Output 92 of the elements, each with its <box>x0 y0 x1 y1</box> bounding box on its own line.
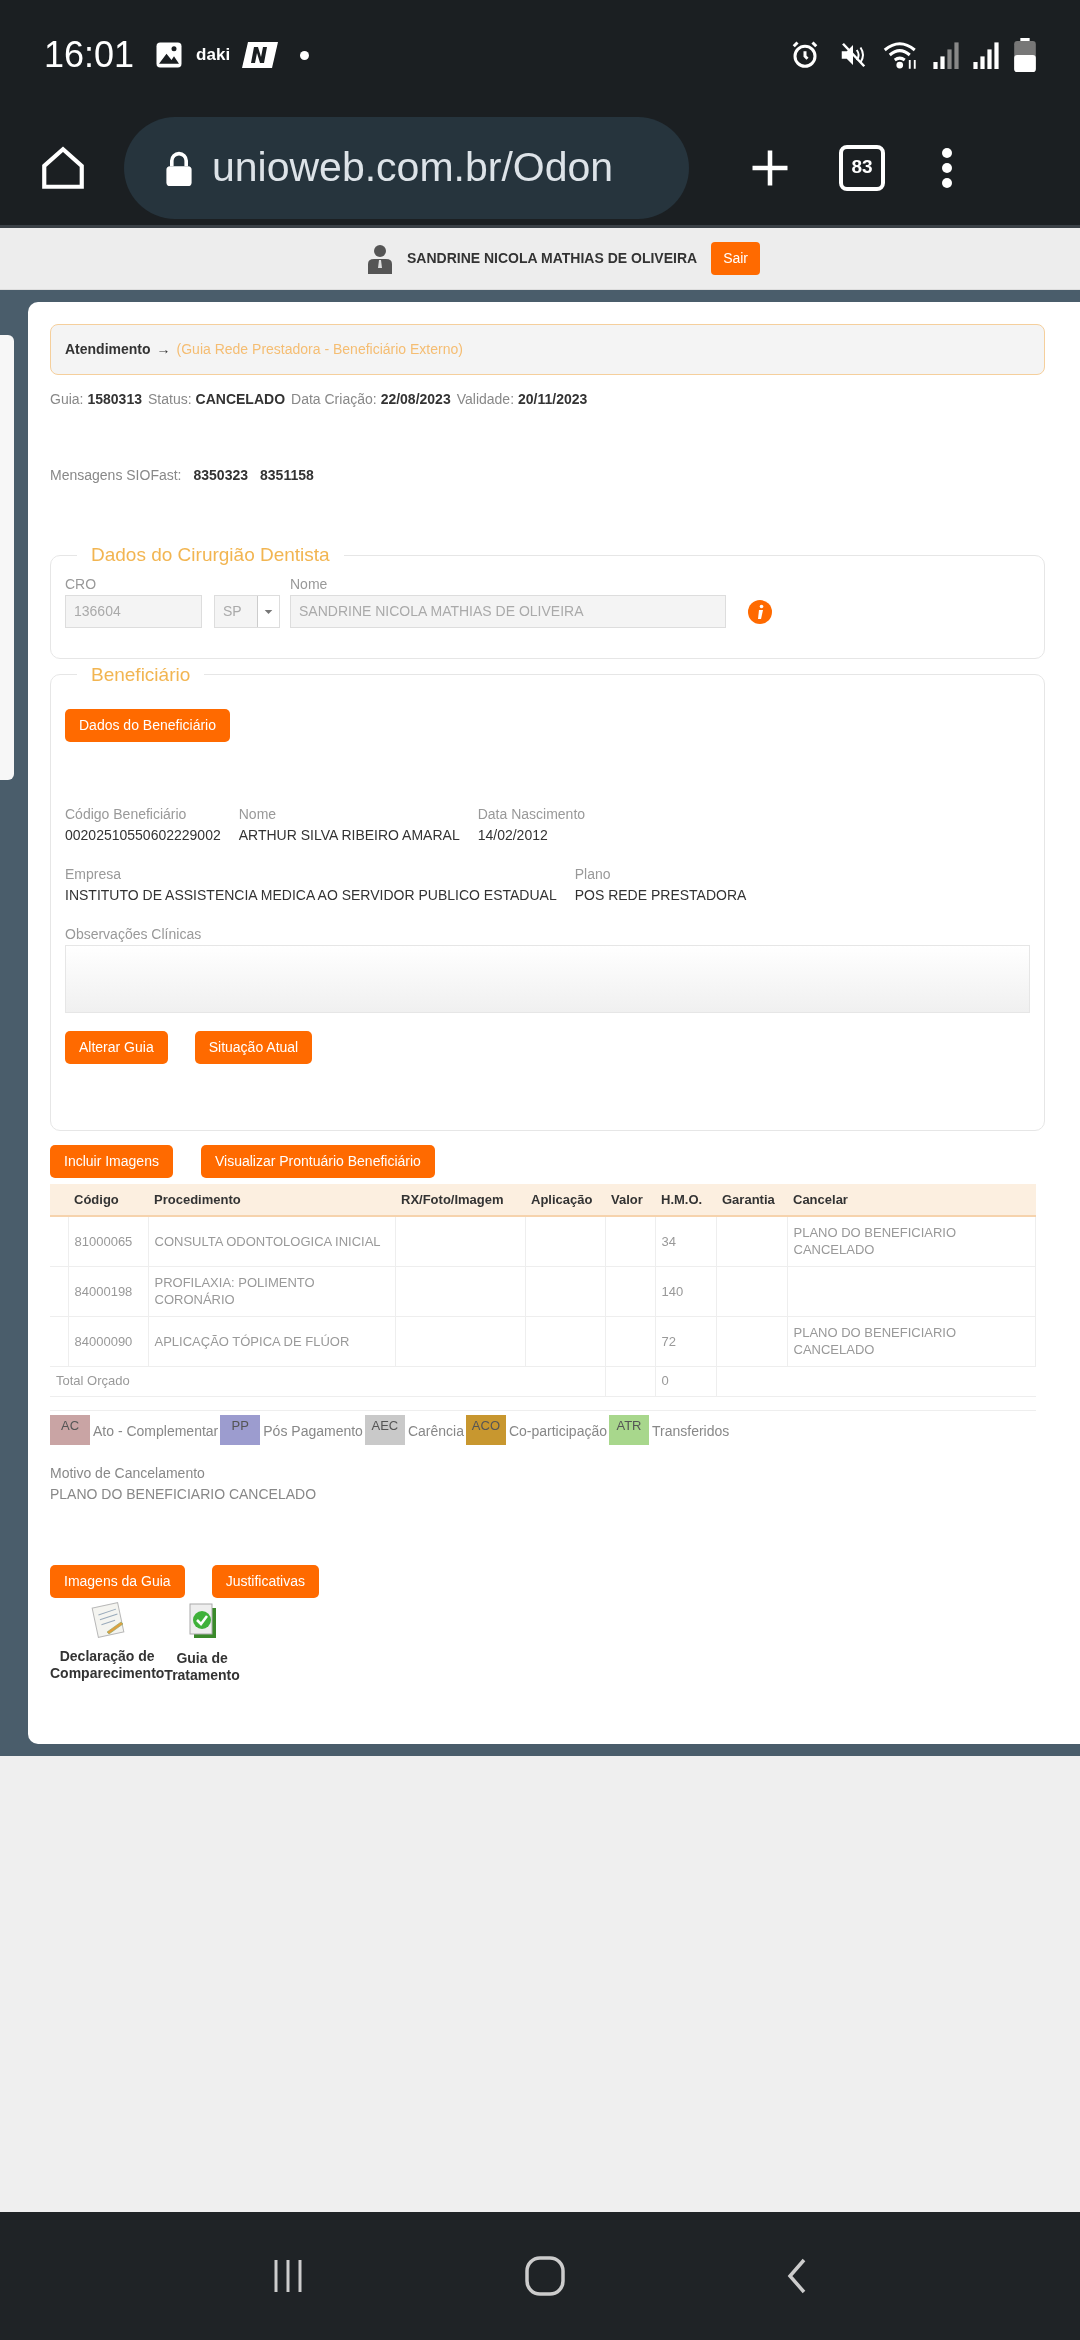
table-cell: 72 <box>661 1333 676 1349</box>
field-label: CRO <box>65 574 98 594</box>
legend-label: Co-participação <box>508 1421 607 1441</box>
signal-icon <box>972 40 1000 70</box>
table-cell: CONSULTA ODONTOLOGICA INICIAL <box>154 1233 381 1249</box>
field-label: Nome <box>238 805 278 824</box>
breadcrumb-arrow: → <box>156 340 171 359</box>
field-value: ARTHUR SILVA RIBEIRO AMARAL <box>238 826 460 845</box>
column-header: H.M.O. <box>655 1184 716 1216</box>
field-label: Nome <box>290 574 329 594</box>
info-label: Guia: <box>50 390 84 409</box>
legend-label: Carência <box>407 1421 464 1441</box>
user-name: SANDRINE NICOLA MATHIAS DE OLIVEIRA <box>407 249 698 268</box>
legend-swatch: AEC <box>364 1414 405 1445</box>
info-label: Validade: <box>456 390 515 409</box>
action-button[interactable]: Justificativas <box>211 1564 319 1598</box>
field-value: POS REDE PRESTADORA <box>574 886 747 905</box>
legend-label: Pós Pagamento <box>263 1421 363 1441</box>
message-number: 8351158 <box>260 466 314 485</box>
table-cell: 84000198 <box>74 1283 133 1299</box>
home-button-icon[interactable] <box>523 2254 567 2298</box>
field-label: Plano <box>574 865 612 884</box>
field-label: Código Beneficiário <box>65 805 188 824</box>
section-title: Dados do Cirurgião Dentista <box>90 543 331 567</box>
notes-field[interactable] <box>65 945 1030 1013</box>
table-cell: PROFILAXIA: POLIMENTO CORONÁRIO <box>154 1275 315 1307</box>
action-button[interactable]: Imagens da Guia <box>50 1564 185 1598</box>
cancellation-label: Motivo de Cancelamento <box>50 1463 206 1483</box>
column-header: Garantia <box>716 1184 787 1216</box>
table-cell: 140 <box>661 1283 684 1299</box>
status-time: 16:01 <box>44 33 135 77</box>
info-icon[interactable] <box>748 599 772 624</box>
field-value: 14/02/2012 <box>477 826 549 845</box>
info-value: 1580313 <box>87 390 142 409</box>
document-link[interactable]: Guia de Tratamento <box>164 1649 240 1684</box>
action-button[interactable]: Situação Atual <box>194 1031 313 1064</box>
table-cell: 81000065 <box>74 1233 133 1249</box>
user-icon <box>367 243 393 274</box>
section-title: Beneficiário <box>90 662 192 687</box>
info-value: CANCELADO <box>195 390 286 409</box>
alarm-icon <box>790 40 820 70</box>
app-label: daki <box>196 44 231 67</box>
column-header: Aplicação <box>525 1184 605 1216</box>
app-logo-icon <box>242 42 279 68</box>
table-cell: PLANO DO BENEFICIARIO CANCELADO <box>793 1325 957 1357</box>
tab-count[interactable]: 83 <box>839 144 885 191</box>
table-cell: APLICAÇÃO TÓPICA DE FLÚOR <box>154 1333 350 1349</box>
total-value: 0 <box>661 1373 669 1389</box>
field-label: Data Nascimento <box>477 805 586 824</box>
action-button[interactable]: Incluir Imagens <box>50 1145 173 1178</box>
breadcrumb-title: Atendimento <box>65 340 151 359</box>
field-label: Observações Clínicas <box>65 925 203 944</box>
legend-label: Ato - Complementar <box>93 1421 219 1441</box>
caret-icon <box>257 595 279 627</box>
message-number: 8350323 <box>193 466 249 485</box>
info-value: 20/11/2023 <box>518 390 588 409</box>
url-text: unioweb.com.br/Odon <box>212 142 614 192</box>
image-icon <box>154 40 185 70</box>
more-icon[interactable] <box>941 147 953 188</box>
info-label: Status: <box>148 390 192 409</box>
column-header: Valor <box>605 1184 655 1216</box>
action-button[interactable]: Visualizar Prontuário Beneficiário <box>200 1145 435 1178</box>
document-link[interactable]: Declaração de Comparecimento <box>50 1647 165 1682</box>
column-header: Cancelar <box>787 1184 1036 1216</box>
legend-label: Transferidos <box>652 1421 730 1441</box>
address-bar[interactable]: unioweb.com.br/Odon <box>124 116 689 219</box>
action-button[interactable]: Alterar Guia <box>65 1031 168 1064</box>
header-cell <box>50 1184 68 1216</box>
table-cell: 34 <box>661 1233 676 1249</box>
battery-icon <box>1014 38 1036 72</box>
info-label: Data Criação: <box>291 390 377 409</box>
total-label: Total Orçado <box>56 1373 130 1389</box>
lock-icon <box>164 149 194 186</box>
legend-swatch: AC <box>50 1414 90 1445</box>
table-cell: 84000090 <box>74 1333 133 1349</box>
logout-button[interactable]: Sair <box>711 242 761 275</box>
beneficiary-details-button[interactable]: Dados do Beneficiário <box>65 709 230 742</box>
signal-icon <box>932 40 960 70</box>
column-header: RX/Foto/Imagem <box>395 1184 525 1216</box>
legend-swatch: ACO <box>465 1414 506 1445</box>
column-header: Código <box>68 1184 148 1216</box>
legend-swatch: PP <box>220 1414 261 1445</box>
legend-swatch: ATR <box>609 1414 649 1445</box>
field-value: 00202510550602229002 <box>65 826 221 845</box>
breadcrumb-subtitle[interactable]: (Guia Rede Prestadora - Beneficiário Externo) <box>176 339 463 360</box>
column-header: Procedimento <box>148 1184 395 1216</box>
table-cell: PLANO DO BENEFICIARIO CANCELADO <box>793 1225 957 1258</box>
field-label: Empresa <box>65 865 123 884</box>
messages-label: Mensagens SIOFast: <box>50 466 182 485</box>
cancellation-value: PLANO DO BENEFICIARIO CANCELADO <box>50 1484 318 1504</box>
field-value: INSTITUTO DE ASSISTENCIA MEDICA AO SERVIDOR PUBLICO ESTADUAL <box>65 886 557 905</box>
info-value: 22/08/2023 <box>380 390 451 409</box>
